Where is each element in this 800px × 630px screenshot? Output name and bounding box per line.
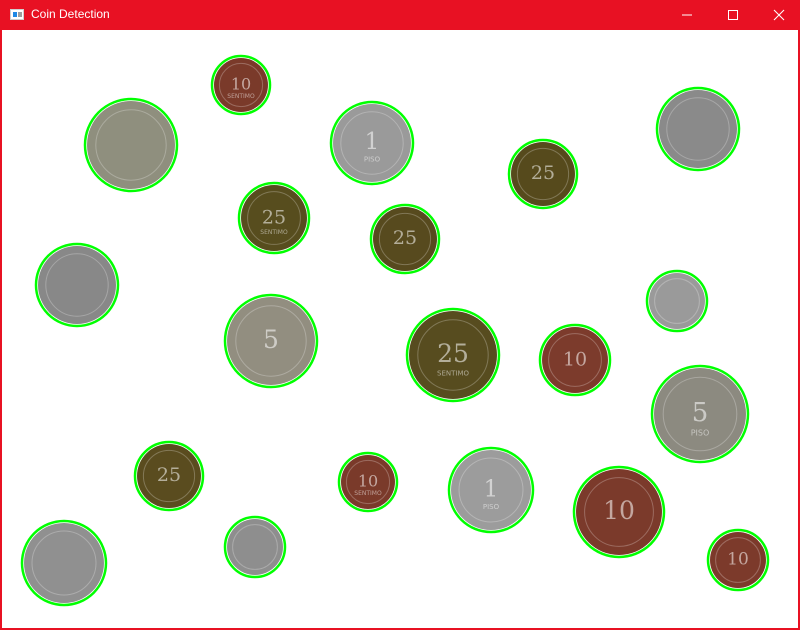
title-bar[interactable]: Coin Detection xyxy=(0,0,800,30)
detected-coin: 25 xyxy=(507,138,579,210)
detected-coin: 10SENTIMO xyxy=(337,451,399,513)
coin-unit-text: SENTIMO xyxy=(437,370,469,378)
detection-image: 10SENTIMO1PISO2525SENTIMO 255 25SENTIMO105… xyxy=(20,54,770,607)
coin-face xyxy=(38,246,116,324)
detected-coin: 10SENTIMO xyxy=(210,54,272,116)
coin-value-text: 25 xyxy=(157,464,181,486)
coin-value-text: 1 xyxy=(365,129,380,155)
detected-coin xyxy=(34,242,120,328)
close-button[interactable] xyxy=(756,0,800,30)
detected-coin xyxy=(20,519,108,607)
coin-value-text: 25 xyxy=(262,206,286,228)
coin-face xyxy=(87,101,175,189)
detected-coin: 25SENTIMO xyxy=(237,181,311,255)
coin-face xyxy=(649,273,705,329)
minimize-icon xyxy=(682,14,692,16)
coin-value-text: 10 xyxy=(727,550,749,570)
detected-coin xyxy=(655,86,741,172)
detected-coin: 25 xyxy=(133,440,205,512)
coin-value-text: 25 xyxy=(393,227,417,249)
image-canvas: 10 SENTIMO 1 PISO 25 25 SENTIMO 25 5 25 SENTIMO 10 5… xyxy=(2,30,798,628)
app-icon xyxy=(10,9,24,20)
coin-value-text: 25 xyxy=(531,162,555,184)
coin-unit-text: PISO xyxy=(364,155,381,163)
window-title: Coin Detection xyxy=(31,7,110,21)
coin-face xyxy=(659,90,737,168)
coin-face xyxy=(24,523,104,603)
coin-value-text: 1 xyxy=(484,476,499,502)
coin-unit-text: PISO xyxy=(483,503,500,511)
maximize-button[interactable] xyxy=(710,0,756,30)
close-icon xyxy=(773,9,785,21)
detected-coin xyxy=(83,97,179,193)
coin-unit-text: SENTIMO xyxy=(354,490,382,497)
coin-unit-text: SENTIMO xyxy=(227,93,255,100)
detected-coin: 1PISO xyxy=(447,446,535,534)
coin-unit-text: PISO xyxy=(691,429,710,438)
coin-value-text: 10 xyxy=(231,74,251,93)
coin-value-text: 5 xyxy=(263,325,279,354)
detected-coin: 1PISO xyxy=(329,100,415,186)
detected-coin: 5 xyxy=(223,293,319,389)
detected-coin: 25 SENTIMO xyxy=(405,307,501,403)
coin-value-text: 10 xyxy=(603,496,635,525)
detected-coin xyxy=(223,515,287,579)
maximize-icon xyxy=(728,10,738,20)
detected-coin: 10 xyxy=(572,465,666,559)
detected-coin xyxy=(645,269,709,333)
coin-value-text: 5 xyxy=(692,398,709,428)
detected-coin: 25 xyxy=(369,203,441,275)
detected-coin: 5PISO xyxy=(650,364,750,464)
coin-value-text: 10 xyxy=(358,471,378,490)
coin-unit-text: SENTIMO xyxy=(260,229,288,236)
coin-value-text: 10 xyxy=(563,348,587,370)
app-window: Coin Detection 10 SENTIMO 1 PISO 25 25 SENTIMO… xyxy=(0,0,800,630)
coin-face xyxy=(227,519,283,575)
minimize-button[interactable] xyxy=(664,0,710,30)
detected-coin: 10 xyxy=(706,528,770,592)
detected-coin: 10 xyxy=(538,323,612,397)
coin-value-text: 25 xyxy=(437,339,469,368)
